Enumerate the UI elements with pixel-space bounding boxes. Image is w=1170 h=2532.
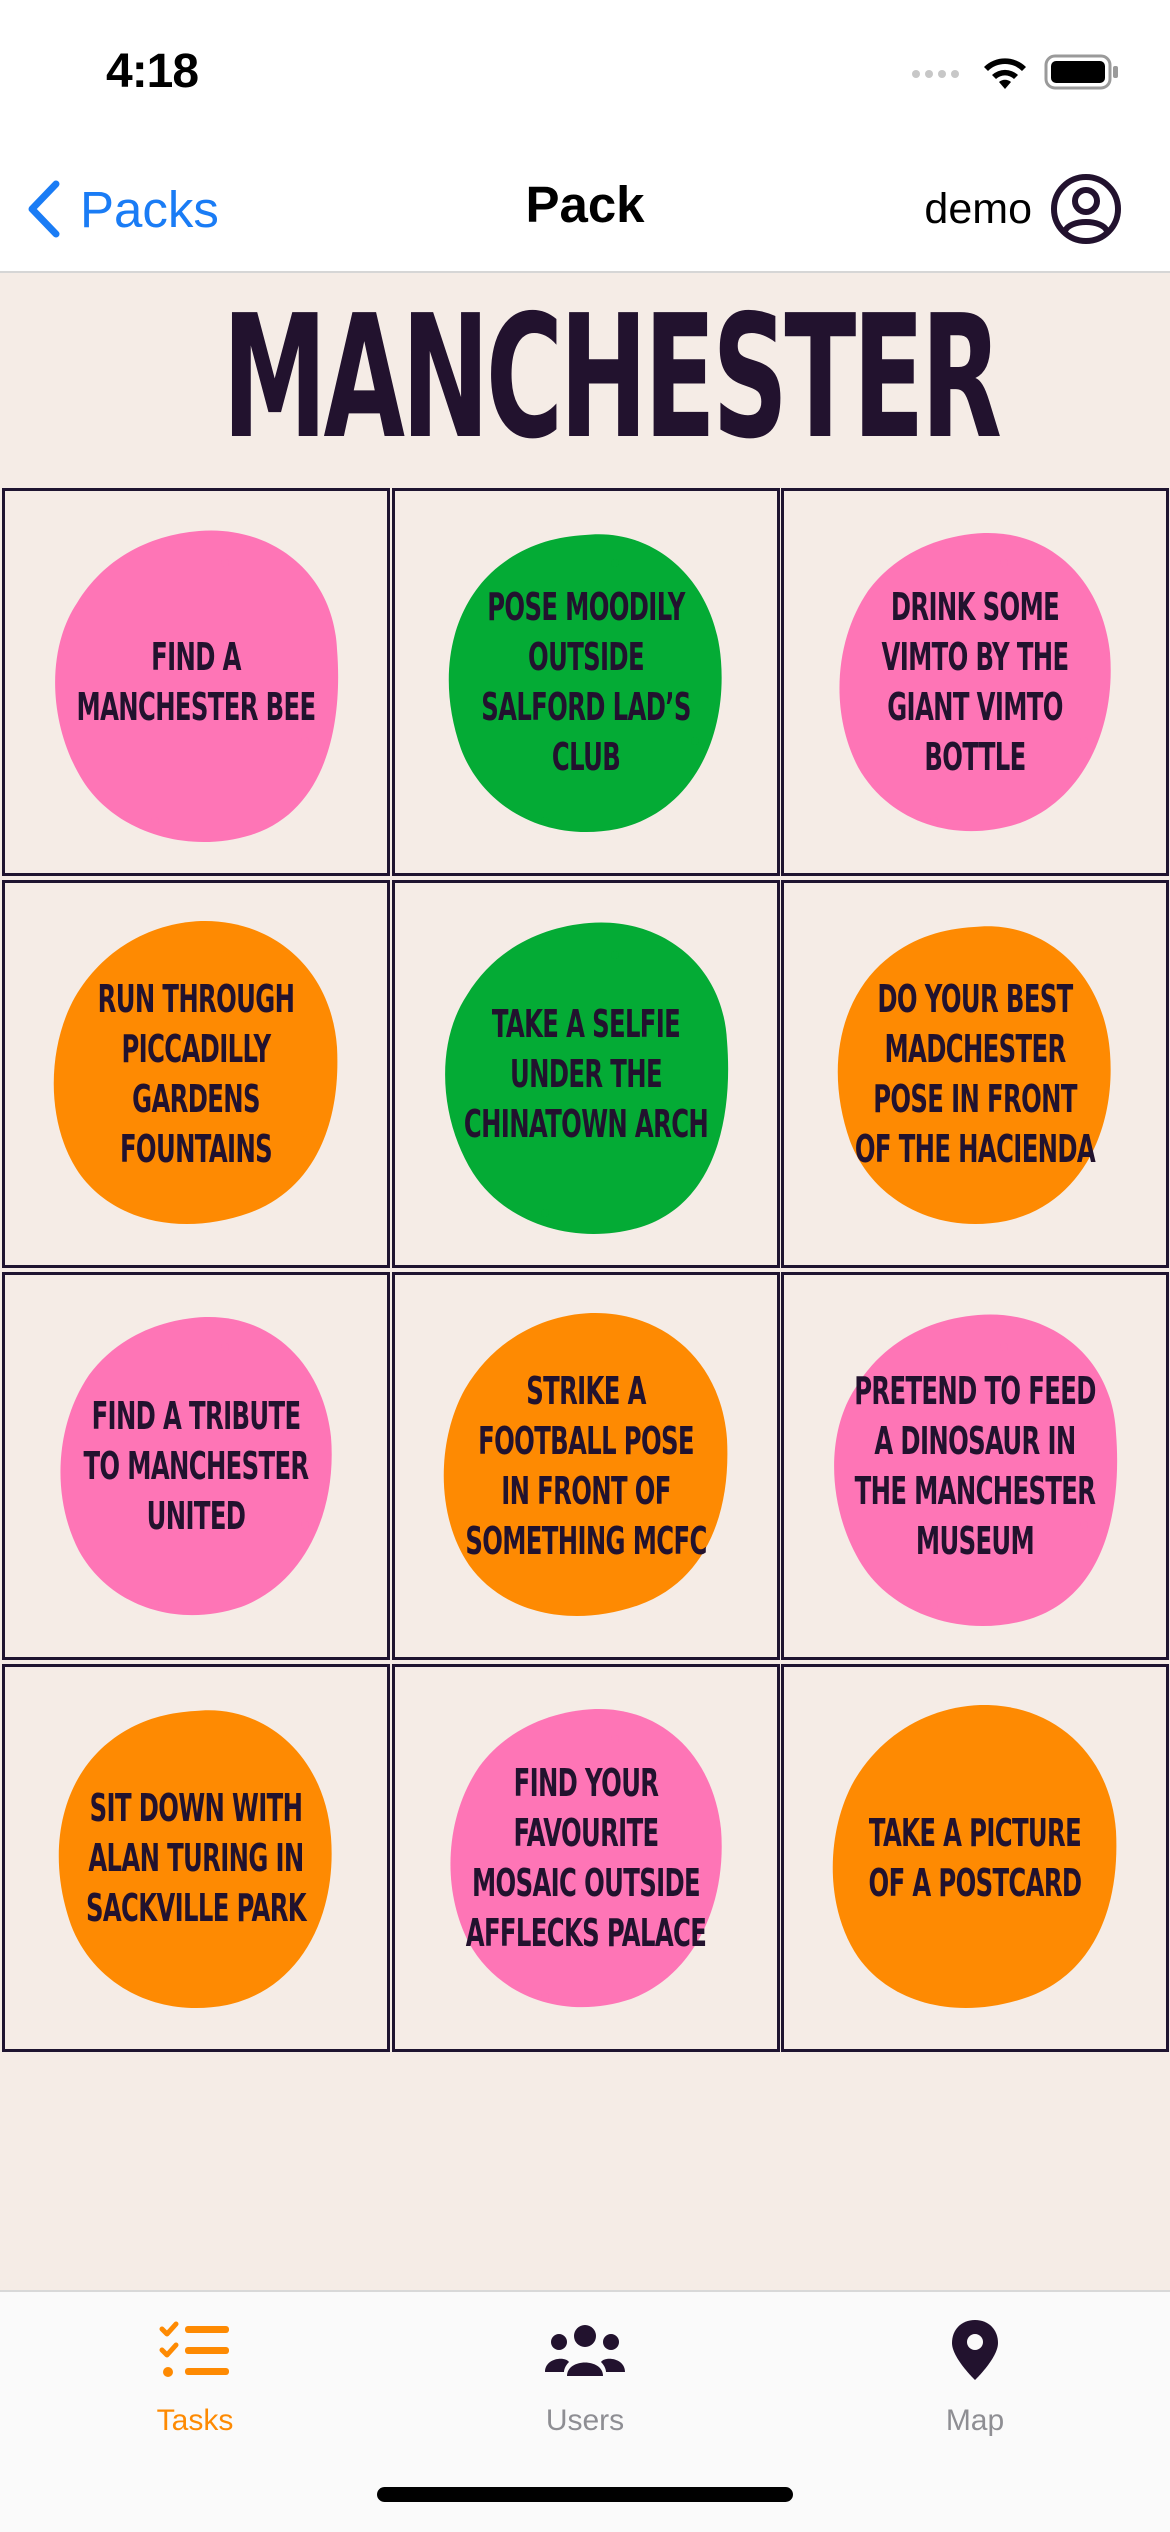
status-bar: 4:18 [0,0,1170,145]
task-text-wrapper: Do your best Madchester pose in front of… [784,883,1166,1265]
pack-title: MANCHESTER [222,279,1002,477]
task-card[interactable]: Do your best Madchester pose in front of… [781,880,1169,1268]
task-text: Find a Manchester Bee [76,635,317,729]
task-card[interactable]: Take a picture of a postcard [781,1664,1169,2052]
tab-tasks-label: Tasks [156,2404,234,2437]
task-card[interactable]: Find a Manchester Bee [2,488,390,876]
task-card[interactable]: Pretend to feed a dinosaur in the Manche… [781,1272,1169,1660]
task-text: Take a selfie under the Chinatown arch [463,1002,709,1146]
task-card[interactable]: Strike a football pose in front of somet… [392,1272,780,1660]
task-text-wrapper: Take a picture of a postcard [784,1667,1166,2049]
task-text: Drink some Vimto by the giant Vimto bott… [881,585,1070,779]
status-icons [910,52,1120,92]
pack-content: MANCHESTER Find a Manchester Bee Pose moo… [0,273,1170,2290]
task-text: Strike a football pose in front of somet… [465,1369,707,1563]
tab-tasks[interactable]: Tasks [0,2310,390,2450]
task-text: Sit down with Alan Turing in Sackville P… [85,1786,307,1930]
user-circle-icon [1051,174,1121,244]
task-text: Pretend to feed a dinosaur in the Manche… [854,1369,1096,1563]
navigation-bar: Packs Pack demo [0,145,1170,273]
task-text-wrapper: Drink some Vimto by the giant Vimto bott… [784,491,1166,873]
username-label: demo [924,184,1032,233]
task-card[interactable]: Pose moodily outside Salford Lad’s Club [392,488,780,876]
task-text-wrapper: Find a tribute to Manchester United [5,1275,387,1657]
tasks-list-icon [155,2310,235,2390]
cellular-signal-icon [912,70,959,78]
task-text-wrapper: Find your favourite mosaic outside Affle… [395,1667,777,2049]
task-card[interactable]: Drink some Vimto by the giant Vimto bott… [781,488,1169,876]
status-time: 4:18 [106,45,199,98]
task-text-wrapper: Take a selfie under the Chinatown arch [395,883,777,1265]
tab-users[interactable]: Users [390,2310,780,2450]
task-text: Find a tribute to Manchester United [83,1394,309,1538]
task-text: Run through Piccadilly Gardens fountains [97,977,295,1171]
task-text-wrapper: Strike a football pose in front of somet… [395,1275,777,1657]
tab-map-label: Map [945,2404,1005,2437]
battery-icon [1044,54,1118,90]
task-text-wrapper: Find a Manchester Bee [5,491,387,873]
task-card[interactable]: Find a tribute to Manchester United [2,1272,390,1660]
task-card[interactable]: Find your favourite mosaic outside Affle… [392,1664,780,2052]
wifi-icon [984,58,1026,89]
task-text: Do your best Madchester pose in front of… [854,977,1096,1171]
task-card[interactable]: Sit down with Alan Turing in Sackville P… [2,1664,390,2052]
account-button[interactable]: demo [924,169,1122,249]
task-card[interactable]: Run through Piccadilly Gardens fountains [2,880,390,1268]
home-indicator [377,2487,793,2502]
task-text: Find your favourite mosaic outside Affle… [465,1761,707,1955]
task-text-wrapper: Run through Piccadilly Gardens fountains [5,883,387,1265]
map-pin-icon [935,2310,1015,2390]
task-text: Pose moodily outside Salford Lad’s Club [481,585,691,779]
task-text-wrapper: Pretend to feed a dinosaur in the Manche… [784,1275,1166,1657]
tab-users-label: Users [545,2404,625,2437]
task-text-wrapper: Sit down with Alan Turing in Sackville P… [5,1667,387,2049]
users-group-icon [545,2310,625,2390]
task-text-wrapper: Pose moodily outside Salford Lad’s Club [395,491,777,873]
task-card[interactable]: Take a selfie under the Chinatown arch [392,880,780,1268]
task-text: Take a picture of a postcard [868,1811,1083,1905]
tab-map[interactable]: Map [780,2310,1170,2450]
